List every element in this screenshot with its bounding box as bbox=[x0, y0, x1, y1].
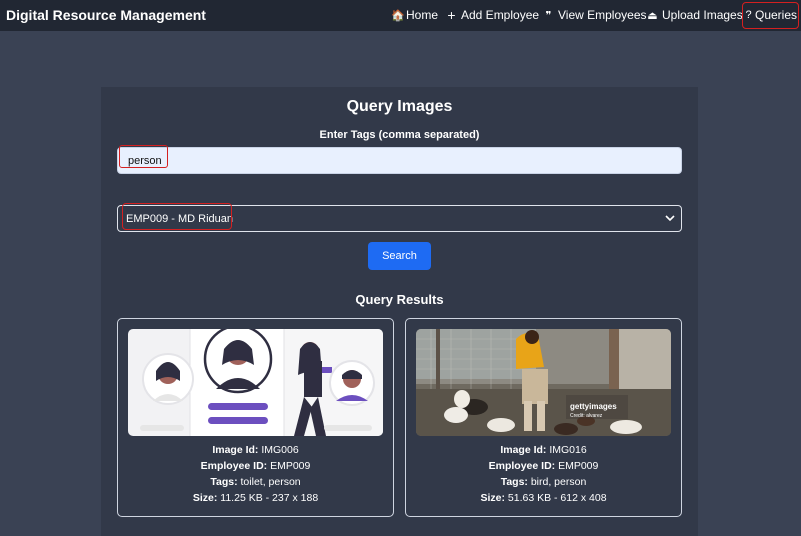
result-image-illustration[interactable] bbox=[128, 329, 383, 436]
credit-text: Credit: alvarez bbox=[570, 413, 603, 419]
nav-view-employees[interactable]: ❞ View Employees bbox=[543, 8, 647, 22]
result-info: Image Id: IMG006 Employee ID: EMP009 Tag… bbox=[118, 442, 393, 506]
navbar: Digital Resource Management 🏠 Home + Add… bbox=[0, 0, 801, 31]
result-info: Image Id: IMG016 Employee ID: EMP009 Tag… bbox=[406, 442, 681, 506]
tags-label-result: Tags: bbox=[210, 476, 238, 488]
search-button[interactable]: Search bbox=[368, 242, 431, 270]
watermark-text: gettyimages bbox=[570, 402, 617, 411]
employee-id-label: Employee ID: bbox=[488, 460, 556, 472]
nav-home-label: Home bbox=[406, 8, 439, 22]
employee-id-label: Employee ID: bbox=[200, 460, 268, 472]
image-id-label: Image Id: bbox=[500, 444, 547, 456]
tags-value: bird, person bbox=[530, 476, 587, 488]
nav-add-employee-label: Add Employee bbox=[461, 8, 540, 22]
brand-title[interactable]: Digital Resource Management bbox=[6, 7, 206, 23]
size-value: 51.63 KB - 612 x 408 bbox=[507, 492, 607, 504]
image-id-label: Image Id: bbox=[212, 444, 259, 456]
size-label: Size: bbox=[480, 492, 505, 504]
home-icon: 🏠 bbox=[391, 9, 405, 22]
tags-input[interactable] bbox=[117, 147, 682, 174]
size-label: Size: bbox=[192, 492, 218, 504]
nav-add-employee[interactable]: + Add Employee bbox=[446, 7, 540, 23]
employee-id-value: EMP009 bbox=[270, 460, 311, 472]
nav-upload-images-label: Upload Images bbox=[662, 8, 743, 22]
result-card: Image Id: IMG006 Employee ID: EMP009 Tag… bbox=[117, 318, 394, 517]
annotation-queries-highlight bbox=[742, 2, 799, 29]
chevron-down-icon bbox=[665, 211, 675, 228]
page-title: Query Images bbox=[346, 98, 453, 115]
annotation-tags-highlight bbox=[119, 145, 168, 168]
annotation-employee-highlight bbox=[122, 203, 232, 230]
result-image-photo[interactable]: gettyimages Credit: alvarez bbox=[416, 329, 671, 436]
plus-icon: + bbox=[447, 7, 456, 23]
image-id-value: IMG016 bbox=[549, 444, 587, 456]
size-value: 11.25 KB - 237 x 188 bbox=[220, 492, 319, 504]
nav-view-employees-label: View Employees bbox=[558, 8, 647, 22]
query-panel: Query Images Enter Tags (comma separated… bbox=[101, 87, 698, 536]
tags-label: Enter Tags (comma separated) bbox=[319, 129, 480, 141]
results-title: Query Results bbox=[355, 292, 444, 307]
image-id-value: IMG006 bbox=[261, 444, 299, 456]
nav-home[interactable]: 🏠 Home bbox=[391, 8, 438, 22]
employee-id-value: EMP009 bbox=[558, 460, 599, 472]
tags-label-result: Tags: bbox=[500, 476, 528, 488]
quote-icon: ❞ bbox=[545, 9, 552, 22]
tags-value: toilet, person bbox=[240, 476, 301, 488]
result-card: gettyimages Credit: alvarez Image Id: IM… bbox=[405, 318, 682, 517]
nav-upload-images[interactable]: ⏏ Upload Images bbox=[647, 8, 743, 22]
upload-icon: ⏏ bbox=[647, 9, 658, 22]
